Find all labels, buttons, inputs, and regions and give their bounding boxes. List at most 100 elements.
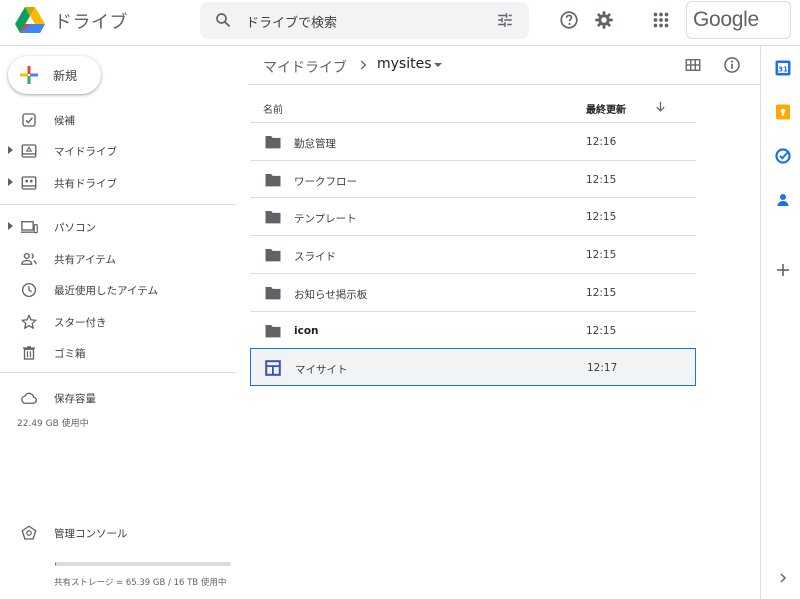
sidebar-item-shared-drives[interactable]: 共有ドライブ (0, 171, 240, 195)
sidebar-item-label: 共有アイテム (54, 254, 116, 266)
plus-icon (19, 65, 39, 85)
sidebar-item-label: ゴミ箱 (54, 348, 86, 360)
new-button[interactable]: 新規 (8, 56, 101, 94)
new-button-label: 新規 (53, 69, 78, 83)
google-account-button[interactable]: Google (686, 1, 791, 39)
shared-storage-text: 共有ストレージ = 65.39 GB / 16 TB 使用中 (54, 578, 227, 588)
help-icon[interactable] (558, 9, 580, 31)
star-icon (20, 313, 38, 331)
column-header-name[interactable]: 名前 (263, 101, 283, 116)
sidebar-divider (0, 204, 236, 205)
trash-icon (20, 344, 38, 362)
dropdown-arrow-icon[interactable] (434, 63, 442, 67)
file-row[interactable]: icon 12:15 (250, 310, 696, 349)
chevron-right-icon[interactable] (775, 570, 791, 586)
calendar-day-text: 31 (778, 65, 788, 73)
info-icon[interactable] (722, 55, 742, 75)
expand-arrow-icon[interactable] (8, 222, 13, 230)
file-name: スライド (294, 251, 336, 264)
google-sites-icon (265, 360, 281, 376)
admin-console-icon (20, 524, 38, 542)
file-name: 勤怠管理 (294, 138, 336, 150)
sidebar-item-label: 保存容量 (54, 393, 96, 405)
file-name: マイサイト (295, 364, 348, 377)
shared-storage-bar (55, 562, 231, 566)
breadcrumb-my-drive[interactable]: マイドライブ (263, 57, 347, 77)
calendar-icon[interactable]: 31 (775, 60, 791, 76)
file-modified-time: 12:16 (586, 136, 617, 148)
grid-view-icon[interactable] (684, 56, 702, 74)
column-header-modified[interactable]: 最終更新 (586, 101, 626, 116)
sidebar-item-label: 管理コンソール (54, 528, 128, 540)
sort-descending-icon[interactable] (654, 100, 667, 113)
sidebar-item-trash[interactable]: ゴミ箱 (0, 341, 240, 365)
search-options-icon[interactable] (496, 11, 514, 29)
file-name: icon (294, 324, 319, 337)
computers-icon (20, 218, 38, 236)
file-modified-time: 12:15 (586, 249, 617, 262)
search-icon[interactable] (214, 11, 232, 29)
sidebar-item-star[interactable]: スター付き (0, 310, 240, 334)
check-box-icon (20, 111, 38, 129)
expand-arrow-icon[interactable] (8, 178, 13, 186)
search-bar[interactable]: ドライブで検索 (200, 2, 529, 39)
file-modified-time: 12:15 (586, 173, 617, 186)
my-drive-icon (20, 142, 38, 160)
file-modified-time: 12:17 (587, 362, 618, 375)
file-modified-time: 12:15 (586, 286, 617, 299)
sidebar-item-label: 最近使用したアイテム (54, 285, 158, 297)
search-input[interactable]: ドライブで検索 (246, 12, 337, 31)
sidebar-item-label: マイドライブ (54, 146, 117, 158)
folder-icon (264, 134, 282, 150)
cloud-icon (20, 389, 38, 407)
sidebar-item-label: パソコン (54, 222, 96, 234)
folder-icon (264, 285, 282, 301)
add-addon-icon[interactable] (775, 262, 791, 278)
side-panel: 31 (760, 46, 800, 599)
file-row-selected[interactable]: マイサイト 12:17 (250, 348, 696, 387)
sidebar-item-clock[interactable]: 最近使用したアイテム (0, 278, 240, 302)
sidebar-item-check-box[interactable]: 候補 (0, 108, 240, 132)
sidebar-item-label: 共有ドライブ (54, 178, 117, 190)
sidebar-item-people[interactable]: 共有アイテム (0, 247, 240, 271)
file-name: お知らせ掲示板 (294, 288, 368, 301)
storage-used-text: 22.49 GB 使用中 (17, 419, 89, 429)
sidebar-item-label: スター付き (54, 317, 107, 329)
sidebar-divider (0, 372, 236, 373)
file-row[interactable]: 勤怠管理 12:16 (250, 122, 696, 160)
sidebar-item-admin-console[interactable]: 管理コンソール (0, 521, 240, 545)
app-title: ドライブ (54, 12, 128, 33)
drive-logo-icon[interactable] (14, 6, 46, 34)
folder-icon (264, 247, 282, 263)
file-row[interactable]: ワークフロー 12:15 (250, 159, 696, 198)
chevron-right-icon (356, 58, 370, 72)
file-row[interactable]: スライド 12:15 (250, 235, 696, 273)
shared-drives-icon (20, 174, 38, 192)
keep-icon[interactable] (775, 104, 791, 120)
folder-icon (264, 172, 282, 188)
settings-gear-icon[interactable] (593, 9, 615, 31)
shared-storage-bar-fill (55, 562, 57, 566)
sidebar-item-storage[interactable]: 保存容量 (0, 386, 240, 410)
top-bar: ドライブ ドライブで検索 Google (0, 0, 800, 46)
contacts-icon[interactable] (775, 192, 791, 208)
sidebar-item-label: 候補 (54, 115, 75, 127)
google-wordmark: Google (693, 8, 759, 31)
file-row[interactable]: お知らせ掲示板 12:15 (250, 272, 696, 311)
folder-icon (264, 323, 282, 339)
expand-arrow-icon[interactable] (8, 146, 13, 154)
sidebar-item-computers[interactable]: パソコン (0, 215, 240, 239)
tasks-icon[interactable] (775, 148, 791, 164)
sidebar-item-my-drive[interactable]: マイドライブ (0, 139, 240, 163)
breadcrumb-current-folder[interactable]: mysites (377, 56, 432, 72)
clock-icon (20, 281, 38, 299)
people-icon (20, 250, 38, 268)
folder-icon (264, 209, 282, 225)
file-name: テンプレート (294, 213, 357, 226)
toolbar-divider (248, 84, 760, 85)
file-modified-time: 12:15 (586, 324, 617, 337)
file-name: ワークフロー (294, 175, 357, 188)
apps-grid-icon[interactable] (650, 9, 672, 31)
file-row[interactable]: テンプレート 12:15 (250, 197, 696, 235)
file-modified-time: 12:15 (586, 211, 617, 224)
